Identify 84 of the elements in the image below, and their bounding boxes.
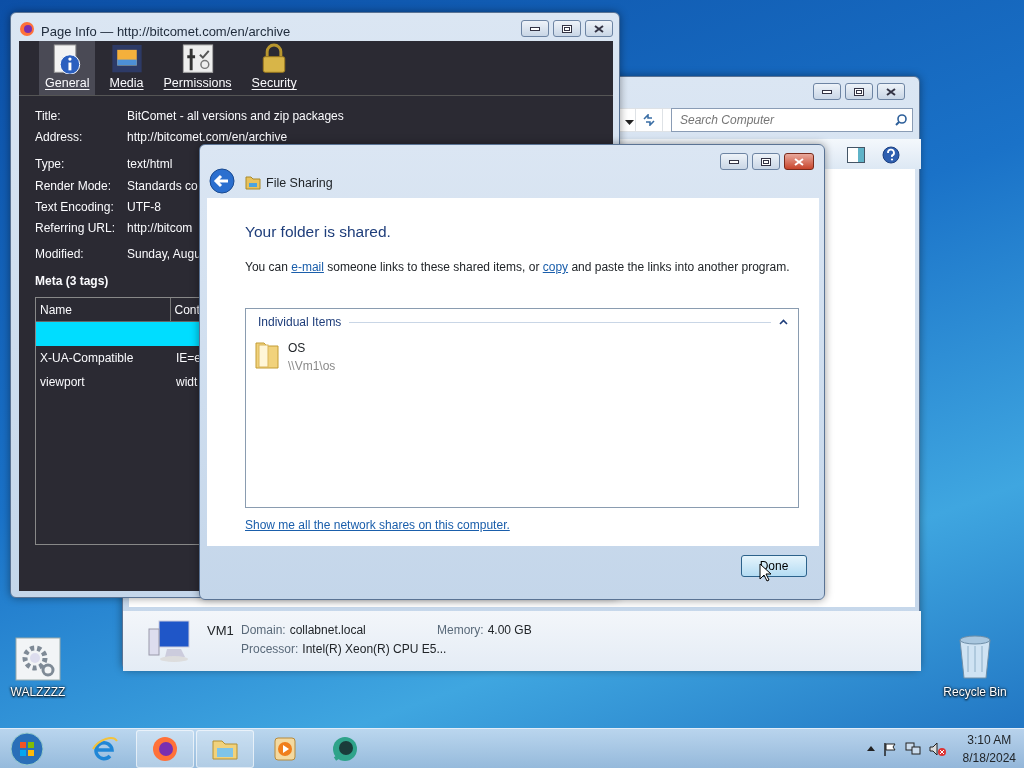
shared-folder-icon <box>245 174 261 190</box>
section-heading: Meta (3 tags) <box>35 273 109 290</box>
close-button[interactable] <box>585 20 613 37</box>
item-name[interactable]: OS <box>288 339 336 357</box>
link[interactable]: copy <box>542 260 569 274</box>
dialog-title: File Sharing <box>266 175 333 192</box>
play-icon <box>271 734 299 763</box>
table-cell-text: widt <box>175 374 198 391</box>
tab[interactable]: Security <box>245 41 303 95</box>
details-label: Processor: <box>241 641 299 658</box>
field-value: BitComet - all versions and zip packages <box>127 107 344 125</box>
maximize-icon <box>562 24 572 33</box>
column-header[interactable]: Name <box>36 298 171 321</box>
browser-e-icon <box>91 734 119 763</box>
minimize-icon <box>822 89 832 94</box>
minimize-button[interactable] <box>521 20 549 37</box>
dropdown-arrow-icon[interactable] <box>625 120 634 125</box>
field-label: Referring URL: <box>35 219 117 237</box>
maximize-icon <box>761 157 771 166</box>
folder-icon <box>254 339 280 369</box>
picture-icon <box>109 43 144 75</box>
dialog-message: You can e-mail someone links to these shared items, or copy and paste the links into another program. <box>245 259 791 276</box>
close-icon <box>794 157 804 166</box>
search-field[interactable]: Search Computer <box>671 108 913 132</box>
maximize-button[interactable] <box>553 20 581 37</box>
minimize-icon <box>530 26 540 31</box>
maximize-button[interactable] <box>845 83 873 100</box>
group-header: Individual Items <box>258 314 342 331</box>
details-label: Domain: <box>241 622 286 639</box>
details-value: Intel(R) Xeon(R) CPU E5... <box>302 641 447 658</box>
close-button[interactable] <box>784 153 814 170</box>
computer-name: VM1 <box>207 622 234 640</box>
field-value: http://bitcom <box>127 219 193 237</box>
maximize-icon <box>854 87 864 96</box>
start-button-icon[interactable] <box>10 731 44 766</box>
search-icon <box>895 114 907 126</box>
details-label: Memory: <box>437 622 484 639</box>
field-label: Title: <box>35 107 62 125</box>
maximize-button[interactable] <box>752 153 780 170</box>
close-icon <box>886 87 896 96</box>
table-cell-text: viewport <box>39 374 86 391</box>
link[interactable]: e-mail <box>291 260 324 274</box>
field-value: text/html <box>127 155 173 173</box>
field-label: Type: <box>35 155 66 173</box>
link[interactable]: Show me all the network shares on this computer. <box>245 516 510 534</box>
field-label: Address: <box>35 128 84 146</box>
desktop-icon-label[interactable]: Recycle Bin <box>932 683 1018 701</box>
network-icon[interactable] <box>904 741 921 756</box>
chat-bubble-icon <box>331 734 359 763</box>
computer-icon <box>147 619 193 663</box>
clock-time[interactable]: 3:10 AM <box>962 730 1016 749</box>
close-button[interactable] <box>877 83 905 100</box>
minimize-icon <box>729 159 739 164</box>
browser-icon <box>19 21 35 37</box>
field-label: Render Mode: <box>35 177 113 195</box>
minimize-button[interactable] <box>720 153 748 170</box>
details-value: 4.00 GB <box>487 622 532 639</box>
minimize-button[interactable] <box>813 83 841 100</box>
field-value: Standards co <box>127 177 198 195</box>
show-hidden-icons-icon[interactable] <box>866 746 875 751</box>
flag-icon[interactable] <box>882 741 897 756</box>
collapse-chevron-icon[interactable] <box>779 319 788 325</box>
help-icon[interactable] <box>882 146 900 164</box>
field-value: http://bitcomet.com/en/archive <box>127 128 288 146</box>
table-cell-text: X-UA-Compatible <box>39 350 135 367</box>
clock-date[interactable]: 8/18/2024 <box>962 748 1016 767</box>
field-label: Text Encoding: <box>35 198 115 216</box>
taskbar-button[interactable] <box>136 729 194 768</box>
volume-muted-icon[interactable] <box>928 741 947 756</box>
gear-icon <box>15 637 61 681</box>
tab[interactable]: General <box>39 41 96 95</box>
tab[interactable]: Media <box>103 41 150 95</box>
field-value: UTF-8 <box>127 198 161 216</box>
preview-pane-icon[interactable] <box>847 147 865 163</box>
dialog-heading: Your folder is shared. <box>245 222 391 242</box>
window-title: Page Info — http://bitcomet.com/en/archive <box>41 23 291 41</box>
refresh-icon <box>642 114 656 126</box>
close-icon <box>594 24 604 33</box>
tab[interactable]: Permissions <box>157 41 238 95</box>
browser-icon <box>151 734 179 763</box>
item-path: \\Vm1\os <box>288 358 336 375</box>
field-label: Modified: <box>35 245 85 263</box>
refresh-button[interactable] <box>635 108 663 132</box>
details-value: collabnet.local <box>289 622 366 639</box>
